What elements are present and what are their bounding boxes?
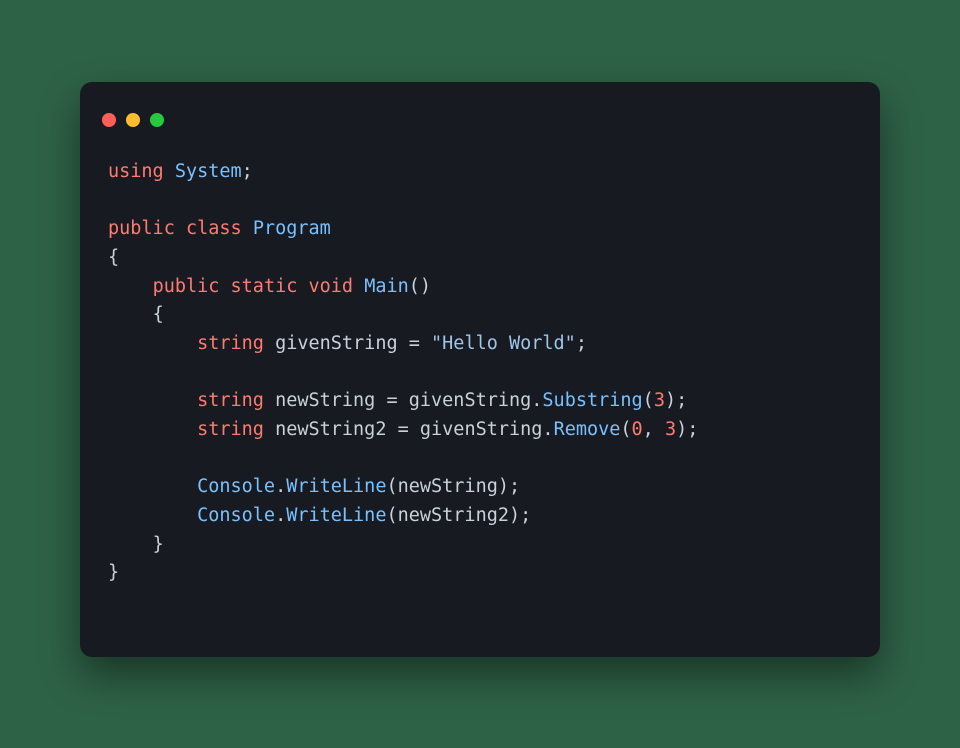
class-console: Console (197, 505, 275, 526)
identifier: newString2 (275, 419, 386, 440)
identifier: givenString (275, 333, 398, 354)
identifier: givenString (420, 419, 543, 440)
keyword-static: static (231, 276, 298, 297)
punct-semicolon: ; (509, 476, 520, 497)
punct-dot: . (531, 390, 542, 411)
keyword-public: public (153, 276, 220, 297)
zoom-icon[interactable] (150, 113, 164, 127)
paren-close: ) (509, 505, 520, 526)
method-main: Main (364, 276, 409, 297)
code-block: using System; public class Program { pub… (80, 140, 880, 616)
method-writeline: WriteLine (286, 476, 386, 497)
punct-semicolon: ; (676, 390, 687, 411)
keyword-string: string (197, 419, 264, 440)
paren-close: ) (665, 390, 676, 411)
paren-open: ( (643, 390, 654, 411)
keyword-string: string (197, 333, 264, 354)
class-console: Console (197, 476, 275, 497)
punct-semicolon: ; (520, 505, 531, 526)
punct-semicolon: ; (576, 333, 587, 354)
paren-close: ) (498, 476, 509, 497)
punct-dot: . (275, 476, 286, 497)
punct-semicolon: ; (242, 161, 253, 182)
minimize-icon[interactable] (126, 113, 140, 127)
paren-open: ( (386, 476, 397, 497)
method-substring: Substring (542, 390, 642, 411)
op-eq: = (398, 419, 409, 440)
method-remove: Remove (554, 419, 621, 440)
keyword-void: void (309, 276, 354, 297)
punct-semicolon: ; (687, 419, 698, 440)
op-eq: = (386, 390, 397, 411)
class-name: Program (253, 218, 331, 239)
brace-open: { (108, 247, 119, 268)
brace-open: { (153, 304, 164, 325)
namespace-system: System (175, 161, 242, 182)
code-window: using System; public class Program { pub… (80, 82, 880, 657)
identifier: newString2 (398, 505, 509, 526)
identifier: givenString (409, 390, 532, 411)
method-writeline: WriteLine (286, 505, 386, 526)
identifier: newString (275, 390, 375, 411)
punct-comma: , (643, 419, 654, 440)
brace-close: } (153, 534, 164, 555)
op-eq: = (409, 333, 420, 354)
number-literal: 3 (665, 419, 676, 440)
window-titlebar (80, 82, 880, 140)
keyword-using: using (108, 161, 164, 182)
keyword-string: string (197, 390, 264, 411)
keyword-public: public (108, 218, 175, 239)
paren-open: ( (386, 505, 397, 526)
paren-close: ) (676, 419, 687, 440)
punct-dot: . (275, 505, 286, 526)
number-literal: 3 (654, 390, 665, 411)
number-literal: 0 (632, 419, 643, 440)
paren-open: ( (620, 419, 631, 440)
string-literal: "Hello World" (431, 333, 576, 354)
paren-empty: () (409, 276, 431, 297)
keyword-class: class (186, 218, 242, 239)
identifier: newString (398, 476, 498, 497)
close-icon[interactable] (102, 113, 116, 127)
punct-dot: . (542, 419, 553, 440)
brace-close: } (108, 562, 119, 583)
